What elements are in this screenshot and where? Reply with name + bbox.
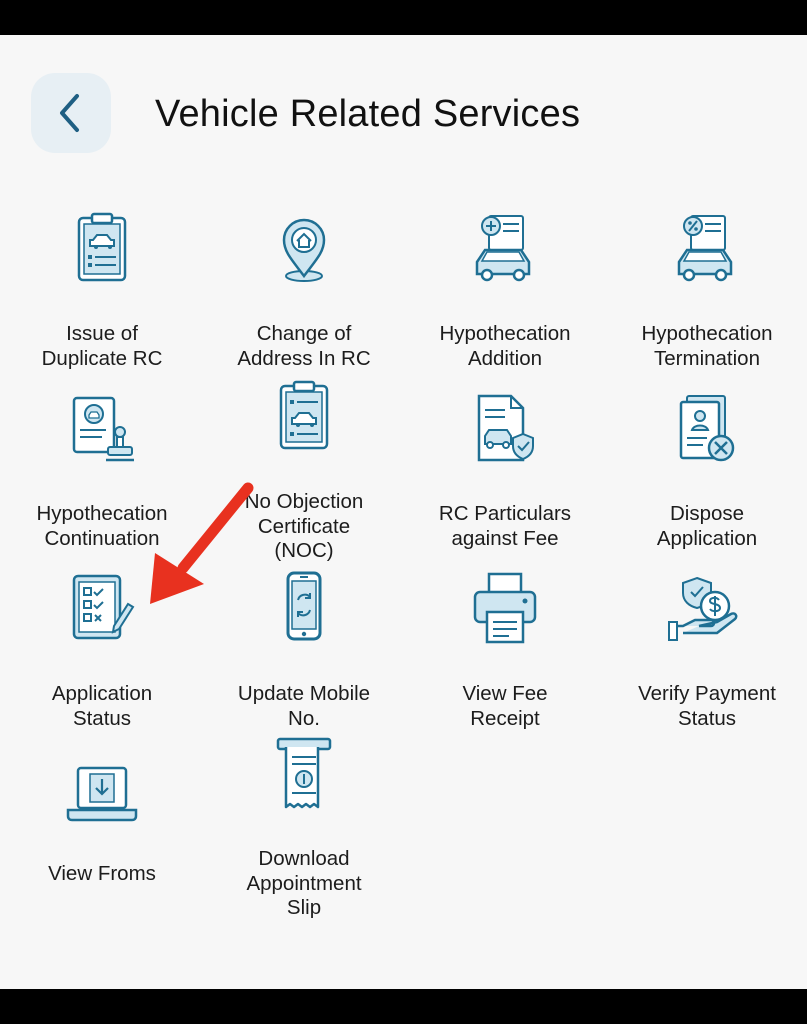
header: Vehicle Related Services	[0, 35, 807, 190]
hand-money-shield-icon	[668, 576, 738, 641]
service-update-mobile[interactable]: Update Mobile No.	[211, 570, 397, 730]
service-label: Download Appointment Slip	[246, 847, 362, 919]
service-change-address[interactable]: Change of Address In RC	[211, 210, 397, 370]
service-rc-particulars[interactable]: RC Particulars against Fee	[412, 390, 598, 550]
document-stamp-icon	[72, 396, 134, 462]
back-button[interactable]	[31, 73, 111, 153]
service-label: RC Particulars against Fee	[438, 502, 572, 550]
screen: Vehicle Related Services Issue of Duplic…	[0, 35, 807, 989]
service-view-fee-receipt[interactable]: View Fee Receipt	[412, 570, 598, 730]
location-pin-home-icon	[282, 218, 326, 282]
service-view-forms[interactable]: View Froms	[9, 762, 195, 922]
service-noc[interactable]: No Objection Certificate (NOC)	[211, 378, 397, 562]
service-label: Hypothecation Termination	[641, 322, 773, 370]
service-label: Issue of Duplicate RC	[41, 322, 163, 370]
service-hypothecation-continuation[interactable]: Hypothecation Continuation	[9, 390, 195, 550]
service-label: Hypothecation Addition	[439, 322, 571, 370]
service-hypothecation-termination[interactable]: Hypothecation Termination	[614, 210, 800, 370]
service-application-status[interactable]: Application Status	[9, 570, 195, 730]
service-label: Application Status	[51, 682, 153, 730]
page-title: Vehicle Related Services	[155, 93, 581, 135]
car-document-plus-icon	[475, 215, 531, 282]
service-label: Change of Address In RC	[237, 322, 371, 370]
service-label: View Froms	[48, 862, 156, 885]
service-label: Update Mobile No.	[237, 682, 371, 730]
printer-receipt-icon	[473, 572, 537, 644]
service-label: Hypothecation Continuation	[36, 502, 168, 550]
car-document-percent-icon	[677, 215, 733, 282]
clipboard-car-icon	[77, 212, 127, 282]
document-car-shield-icon	[477, 394, 534, 462]
service-verify-payment[interactable]: Verify Payment Status	[614, 570, 800, 730]
service-label: No Objection Certificate (NOC)	[244, 490, 364, 562]
service-download-appointment-slip[interactable]: Download Appointment Slip	[211, 737, 397, 919]
service-dispose-application[interactable]: Dispose Application	[614, 390, 800, 550]
laptop-download-icon	[66, 766, 138, 822]
receipt-slip-icon	[276, 737, 332, 809]
mobile-phone-refresh-icon	[286, 571, 322, 641]
service-label: View Fee Receipt	[462, 682, 548, 730]
service-label: Dispose Application	[656, 502, 758, 550]
checklist-pencil-icon	[72, 574, 135, 640]
chevron-left-icon	[60, 94, 79, 132]
clipboard-car-noc-icon	[279, 380, 329, 450]
document-cancel-icon	[679, 395, 735, 462]
service-hypothecation-addition[interactable]: Hypothecation Addition	[412, 210, 598, 370]
service-issue-duplicate-rc[interactable]: Issue of Duplicate RC	[9, 210, 195, 370]
service-label: Verify Payment Status	[638, 682, 776, 730]
